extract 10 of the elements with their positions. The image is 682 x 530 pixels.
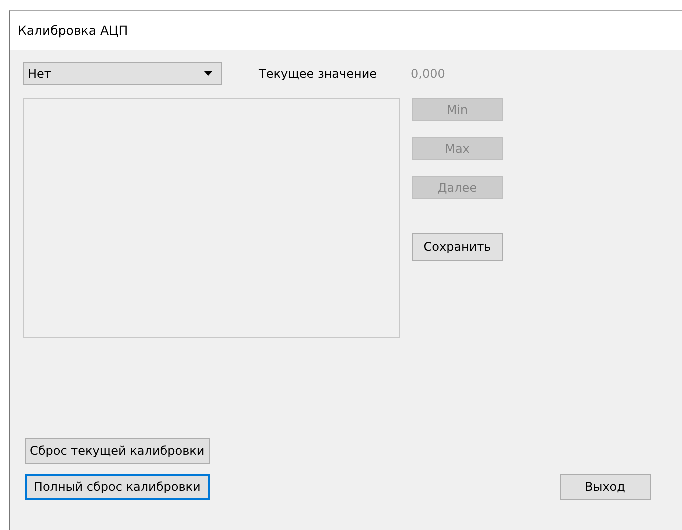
button[interactable]: Полный сброс калибровки bbox=[25, 474, 210, 500]
channel-dropdown[interactable]: Нет bbox=[23, 62, 222, 85]
button[interactable]: Сохранить bbox=[412, 233, 503, 261]
current-value: 0,000 bbox=[411, 66, 446, 80]
caret-icon bbox=[204, 71, 213, 76]
current-value-label: Текущее значение bbox=[259, 66, 378, 80]
button[interactable]: Выход bbox=[560, 474, 651, 500]
window-title: Калибровка АЦП bbox=[18, 23, 128, 38]
button[interactable]: Сброс текущей калибровки bbox=[25, 438, 210, 464]
list-box[interactable] bbox=[23, 98, 400, 338]
